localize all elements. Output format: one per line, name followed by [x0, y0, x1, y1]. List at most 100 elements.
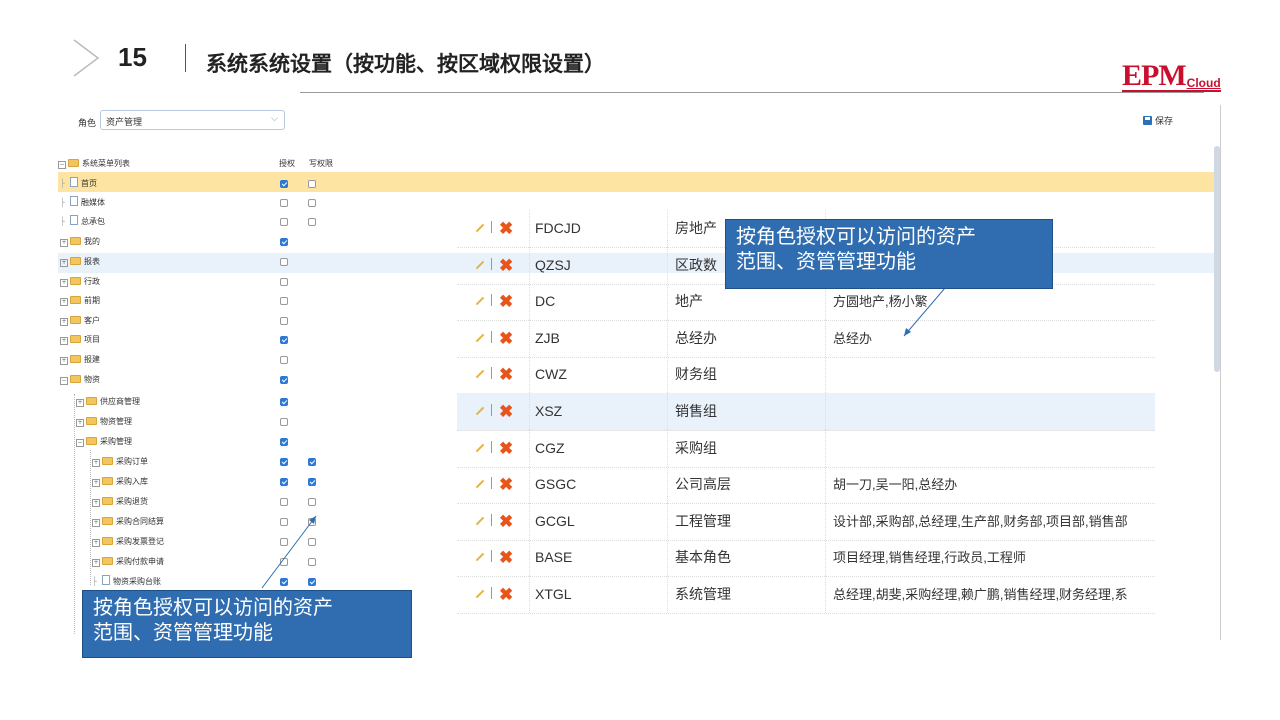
- save-button[interactable]: 保存: [1143, 114, 1173, 127]
- table-row[interactable]: ✖ XTGL 系统管理 总经理,胡斐,采购经理,赖广鹏,销售经理,财务经理,系: [457, 576, 1155, 614]
- edit-icon[interactable]: [475, 296, 485, 306]
- edit-icon[interactable]: [475, 516, 485, 526]
- role-select[interactable]: 资产管理 ⌵: [100, 110, 285, 130]
- write-checkbox[interactable]: [308, 199, 316, 207]
- auth-checkbox[interactable]: [280, 518, 288, 526]
- write-checkbox[interactable]: [308, 518, 316, 526]
- expand-icon[interactable]: +: [60, 357, 68, 365]
- expand-icon[interactable]: +: [92, 479, 100, 487]
- delete-icon[interactable]: ✖: [499, 210, 513, 247]
- table-row[interactable]: ✖ XSZ 销售组: [457, 393, 1155, 431]
- collapse-icon[interactable]: −: [60, 377, 68, 385]
- auth-checkbox[interactable]: [280, 558, 288, 566]
- collapse-icon[interactable]: −: [58, 161, 66, 169]
- auth-checkbox[interactable]: [280, 478, 288, 486]
- table-row[interactable]: ✖ BASE 基本角色 项目经理,销售经理,行政员,工程师: [457, 539, 1155, 578]
- delete-icon[interactable]: ✖: [499, 430, 513, 467]
- auth-checkbox[interactable]: [280, 578, 288, 586]
- delete-icon[interactable]: ✖: [499, 576, 513, 613]
- tree-item[interactable]: + 供应商管理: [58, 393, 458, 411]
- auth-checkbox[interactable]: [280, 297, 288, 305]
- auth-checkbox[interactable]: [280, 278, 288, 286]
- tree-item[interactable]: ├ 融媒体: [58, 194, 458, 212]
- expand-icon[interactable]: +: [60, 337, 68, 345]
- tree-item[interactable]: + 采购入库: [58, 473, 458, 491]
- auth-checkbox[interactable]: [280, 458, 288, 466]
- tree-item[interactable]: + 报建: [58, 351, 458, 369]
- tree-item[interactable]: + 采购订单: [58, 453, 458, 471]
- tree-item[interactable]: + 物资管理: [58, 413, 458, 431]
- tree-item[interactable]: ├ 物资采购台账: [58, 573, 458, 591]
- tree-item[interactable]: + 采购退货: [58, 493, 458, 511]
- edit-icon[interactable]: [475, 479, 485, 489]
- tree-item[interactable]: − 物资: [58, 371, 458, 389]
- write-checkbox[interactable]: [308, 538, 316, 546]
- expand-icon[interactable]: +: [92, 519, 100, 527]
- expand-icon[interactable]: +: [60, 279, 68, 287]
- tree-item[interactable]: + 采购发票登记: [58, 533, 458, 551]
- tree-item[interactable]: + 项目: [58, 331, 458, 349]
- vertical-scrollbar[interactable]: [1214, 146, 1220, 372]
- auth-checkbox[interactable]: [280, 538, 288, 546]
- write-checkbox[interactable]: [308, 180, 316, 188]
- expand-icon[interactable]: +: [92, 559, 100, 567]
- table-row[interactable]: ✖ CGZ 采购组: [457, 429, 1155, 468]
- auth-checkbox[interactable]: [280, 398, 288, 406]
- tree-item[interactable]: + 报表: [58, 253, 458, 271]
- delete-icon[interactable]: ✖: [499, 503, 513, 540]
- delete-icon[interactable]: ✖: [499, 539, 513, 576]
- expand-icon[interactable]: +: [60, 259, 68, 267]
- table-row[interactable]: ✖ CWZ 财务组: [457, 356, 1155, 395]
- tree-item[interactable]: ├ 首页: [58, 175, 458, 193]
- auth-checkbox[interactable]: [280, 317, 288, 325]
- delete-icon[interactable]: ✖: [499, 283, 513, 320]
- delete-icon[interactable]: ✖: [499, 320, 513, 357]
- edit-icon[interactable]: [475, 589, 485, 599]
- auth-checkbox[interactable]: [280, 438, 288, 446]
- edit-icon[interactable]: [475, 370, 485, 379]
- tree-item[interactable]: + 客户: [58, 312, 458, 330]
- write-checkbox[interactable]: [308, 218, 316, 226]
- expand-icon[interactable]: +: [60, 298, 68, 306]
- write-checkbox[interactable]: [308, 458, 316, 466]
- tree-item[interactable]: + 采购付款申请: [58, 553, 458, 571]
- tree-item[interactable]: ├ 总承包: [58, 213, 458, 231]
- edit-icon[interactable]: [475, 443, 485, 452]
- table-row[interactable]: ✖ ZJB 总经办 总经办: [457, 319, 1155, 358]
- auth-checkbox[interactable]: [280, 199, 288, 207]
- write-checkbox[interactable]: [308, 478, 316, 486]
- write-checkbox[interactable]: [308, 558, 316, 566]
- edit-icon[interactable]: [475, 333, 485, 343]
- table-row[interactable]: ✖ GCGL 工程管理 设计部,采购部,总经理,生产部,财务部,项目部,销售部: [457, 502, 1155, 541]
- edit-icon[interactable]: [475, 223, 485, 233]
- auth-checkbox[interactable]: [280, 418, 288, 426]
- edit-icon[interactable]: [475, 260, 485, 269]
- expand-icon[interactable]: +: [92, 499, 100, 507]
- auth-checkbox[interactable]: [280, 356, 288, 364]
- expand-icon[interactable]: +: [60, 318, 68, 326]
- tree-item[interactable]: − 采购管理: [58, 433, 458, 451]
- delete-icon[interactable]: ✖: [499, 393, 513, 430]
- auth-checkbox[interactable]: [280, 336, 288, 344]
- collapse-icon[interactable]: −: [76, 439, 84, 447]
- table-row[interactable]: ✖ GSGC 公司高层 胡一刀,吴一阳,总经办: [457, 466, 1155, 505]
- tree-item[interactable]: + 采购合同结算: [58, 513, 458, 531]
- auth-checkbox[interactable]: [280, 376, 288, 384]
- delete-icon[interactable]: ✖: [499, 466, 513, 503]
- auth-checkbox[interactable]: [280, 258, 288, 266]
- auth-checkbox[interactable]: [280, 498, 288, 506]
- tree-item[interactable]: + 我的: [58, 233, 458, 251]
- expand-icon[interactable]: +: [76, 419, 84, 427]
- auth-checkbox[interactable]: [280, 238, 288, 246]
- auth-checkbox[interactable]: [280, 180, 288, 188]
- edit-icon[interactable]: [475, 406, 485, 416]
- expand-icon[interactable]: +: [92, 459, 100, 467]
- expand-icon[interactable]: +: [76, 399, 84, 407]
- tree-root[interactable]: − 系统菜单列表: [58, 158, 130, 169]
- expand-icon[interactable]: +: [60, 239, 68, 247]
- auth-checkbox[interactable]: [280, 218, 288, 226]
- delete-icon[interactable]: ✖: [499, 356, 513, 393]
- edit-icon[interactable]: [475, 553, 485, 562]
- write-checkbox[interactable]: [308, 578, 316, 586]
- expand-icon[interactable]: +: [92, 539, 100, 547]
